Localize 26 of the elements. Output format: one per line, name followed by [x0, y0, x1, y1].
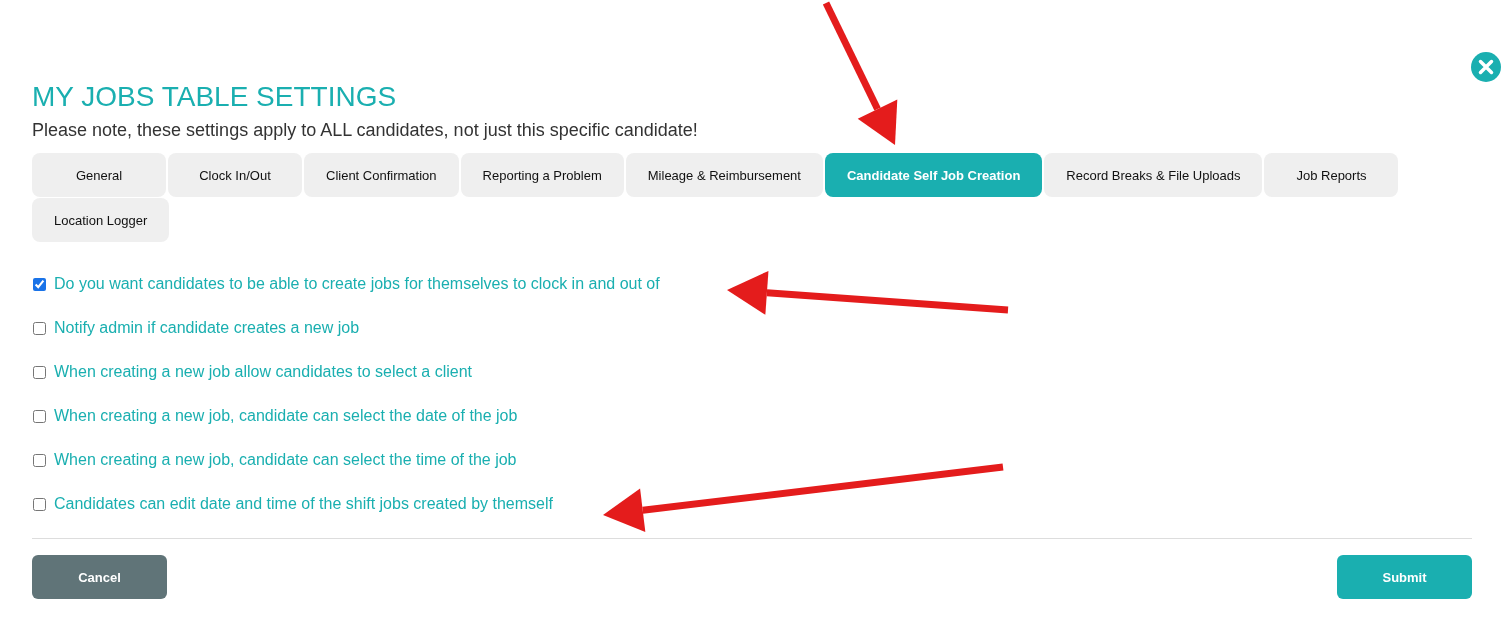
notice-text: Please note, these settings apply to ALL candidates, not just this specific candidate!	[32, 120, 699, 141]
option-label[interactable]: When creating a new job, candidate can select the time of the job	[54, 451, 517, 469]
checkbox[interactable]	[33, 409, 46, 423]
dialog-title: MY JOBS TABLE SETTINGS	[32, 80, 398, 114]
checkbox[interactable]	[33, 453, 46, 467]
settings-tab[interactable]: Job Reports	[1264, 153, 1399, 197]
checkbox[interactable]	[33, 365, 46, 379]
settings-tab[interactable]: Clock In/Out	[168, 153, 302, 197]
settings-tab[interactable]: Client Confirmation	[304, 153, 459, 197]
option-label[interactable]: Notify admin if candidate creates a new job	[54, 319, 360, 337]
settings-tab[interactable]: General	[32, 153, 166, 197]
option-label[interactable]: When creating a new job allow candidates to select a client	[54, 363, 472, 381]
settings-tab[interactable]: Record Breaks & File Uploads	[1044, 153, 1263, 197]
cancel-button[interactable]: Cancel	[32, 555, 167, 599]
settings-tab[interactable]: Mileage & Reimbursement	[625, 153, 823, 197]
close-icon[interactable]	[1471, 52, 1501, 82]
option-label[interactable]: Candidates can edit date and time of the shift jobs created by themself	[54, 495, 553, 513]
checkbox[interactable]	[33, 321, 46, 335]
checkbox[interactable]	[33, 277, 46, 291]
option-label[interactable]: When creating a new job, candidate can select the date of the job	[54, 407, 518, 425]
checkbox[interactable]	[33, 497, 46, 511]
option-label[interactable]: Do you want candidates to be able to create jobs for themselves to clock in and out of	[54, 275, 660, 293]
settings-tab[interactable]: Reporting a Problem	[460, 153, 624, 197]
settings-tab[interactable]: Location Logger	[32, 198, 170, 242]
settings-tab[interactable]: Candidate Self Job Creation	[824, 153, 1043, 197]
submit-button[interactable]: Submit	[1337, 555, 1472, 599]
